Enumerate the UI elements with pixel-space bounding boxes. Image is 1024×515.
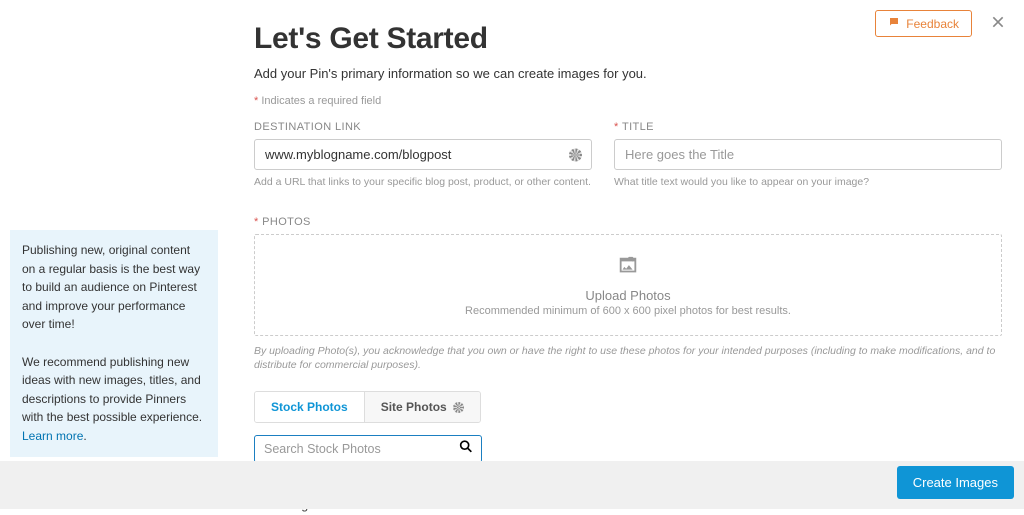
title-label: TITLE <box>614 121 1002 133</box>
footer-bar <box>0 461 1024 509</box>
upload-title: Upload Photos <box>267 288 989 303</box>
upload-zone[interactable]: Upload Photos Recommended minimum of 600… <box>254 234 1002 336</box>
search-input[interactable] <box>255 436 481 462</box>
loading-spinner-icon <box>453 402 464 413</box>
required-legend: Indicates a required field <box>254 95 1002 107</box>
destination-label: DESTINATION LINK <box>254 121 592 133</box>
tab-site-photos[interactable]: Site Photos <box>364 392 480 422</box>
search-wrap <box>254 435 482 463</box>
title-input[interactable] <box>614 139 1002 170</box>
tab-label: Site Photos <box>381 400 447 414</box>
page-title: Let's Get Started <box>254 22 1002 56</box>
sidebar-paragraph: We recommend publishing new ideas with n… <box>22 353 206 446</box>
tip-sidebar: Publishing new, original content on a re… <box>10 230 218 457</box>
sidebar-paragraph: Publishing new, original content on a re… <box>22 241 206 334</box>
photos-disclaimer: By uploading Photo(s), you acknowledge t… <box>254 344 1002 373</box>
learn-more-link[interactable]: Learn more <box>22 429 83 443</box>
image-upload-icon <box>617 255 639 282</box>
tab-label: Stock Photos <box>271 400 348 414</box>
photo-source-tabs: Stock Photos Site Photos <box>254 391 481 423</box>
loading-spinner-icon <box>569 148 582 161</box>
photos-label: PHOTOS <box>254 216 1002 228</box>
tab-stock-photos[interactable]: Stock Photos <box>255 392 364 422</box>
main-content: Let's Get Started Add your Pin's primary… <box>254 22 1002 515</box>
create-images-button[interactable]: Create Images <box>897 466 1014 499</box>
page-subtitle: Add your Pin's primary information so we… <box>254 66 1002 81</box>
search-icon[interactable] <box>458 439 474 460</box>
upload-subtitle: Recommended minimum of 600 x 600 pixel p… <box>267 305 989 317</box>
title-hint: What title text would you like to appear… <box>614 176 1002 190</box>
destination-hint: Add a URL that links to your specific bl… <box>254 176 592 190</box>
destination-input[interactable] <box>254 139 592 170</box>
